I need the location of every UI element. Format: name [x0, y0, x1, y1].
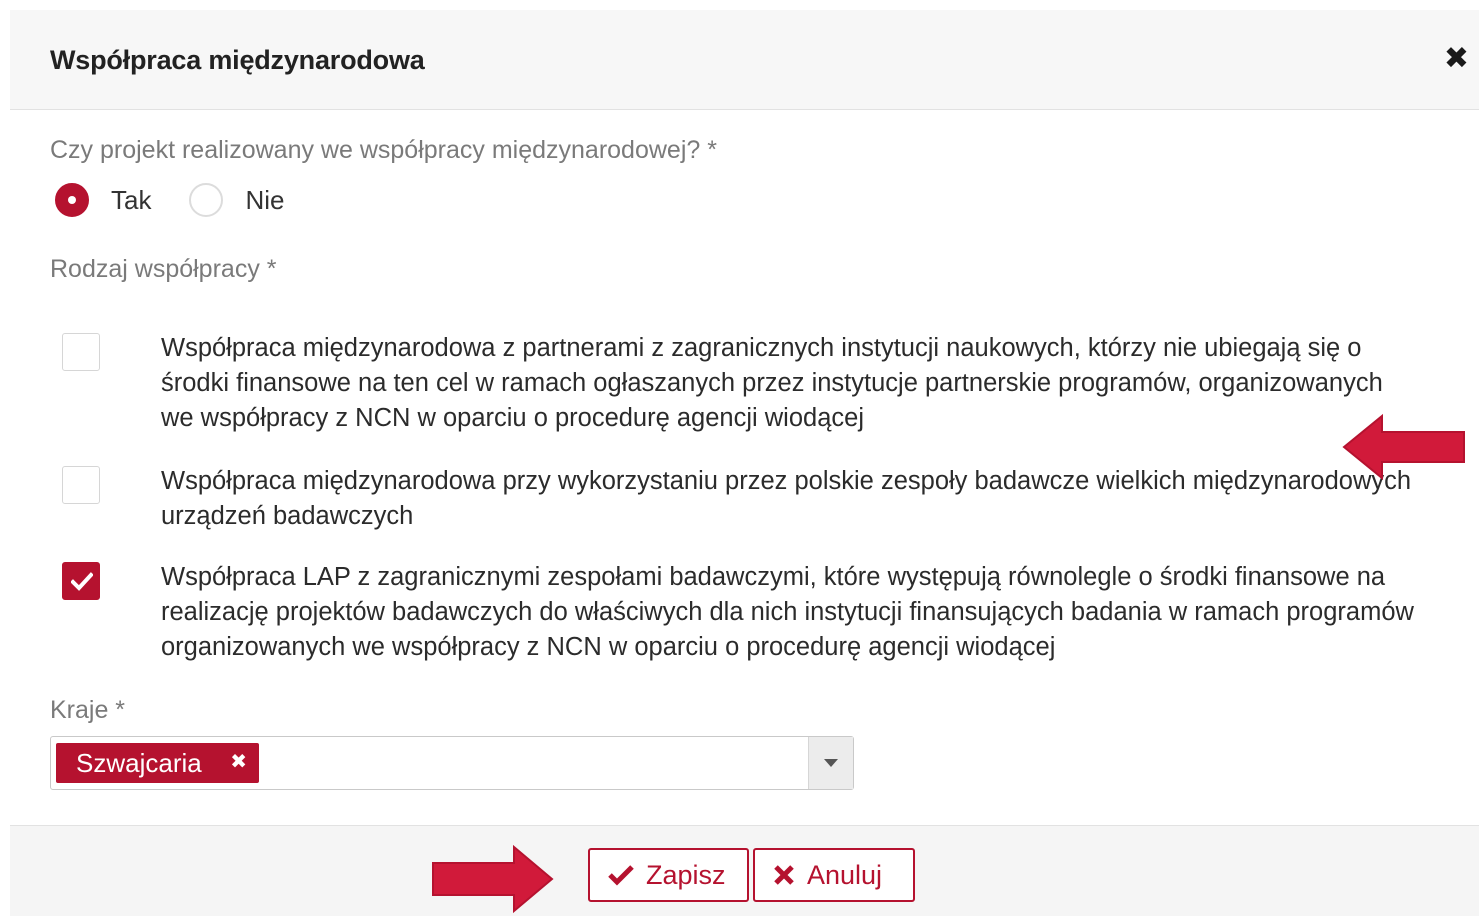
country-tag: Szwajcaria ✖ — [56, 743, 259, 783]
cooperation-radio-group: Tak Nie — [55, 180, 322, 220]
radio-tak-label[interactable]: Tak — [111, 185, 151, 216]
cooperation-type-label: Rodzaj współpracy * — [50, 255, 277, 283]
dropdown-toggle[interactable] — [808, 737, 853, 789]
radio-nie-label[interactable]: Nie — [245, 185, 284, 216]
check-icon — [71, 572, 93, 591]
option-1-text: Współpraca międzynarodowa z partnerami z… — [161, 334, 1383, 432]
modal-dialog: Współpraca międzynarodowa ✖ Czy projekt … — [0, 0, 1479, 916]
checkbox-option-2[interactable] — [62, 466, 100, 504]
remove-tag-icon[interactable]: ✖ — [230, 749, 247, 774]
option-2-text: Współpraca międzynarodowa przy wykorzyst… — [161, 467, 1412, 530]
option-3-text: Współpraca LAP z zagranicznymi zespołami… — [161, 563, 1414, 661]
modal-header: Współpraca międzynarodowa ✖ — [10, 10, 1479, 110]
check-icon — [608, 864, 634, 886]
save-button-label: Zapisz — [646, 859, 726, 890]
caret-down-icon — [824, 759, 838, 767]
country-tag-label: Szwajcaria — [76, 747, 202, 778]
countries-select[interactable]: Szwajcaria ✖ — [50, 736, 854, 790]
x-icon — [773, 864, 795, 886]
red-arrow-icon — [432, 844, 554, 914]
radio-nie[interactable] — [189, 183, 224, 217]
radio-tak[interactable] — [55, 183, 89, 217]
red-arrow-icon — [1342, 413, 1465, 481]
save-button[interactable]: Zapisz — [588, 848, 749, 902]
close-icon[interactable]: ✖ — [1444, 44, 1469, 74]
cancel-button-label: Anuluj — [807, 859, 883, 890]
checkbox-option-3[interactable] — [62, 562, 100, 600]
cancel-button[interactable]: Anuluj — [753, 848, 915, 902]
checkbox-option-1[interactable] — [62, 333, 100, 371]
cooperation-question-label: Czy projekt realizowany we współpracy mi… — [50, 136, 717, 164]
countries-label: Kraje * — [50, 696, 126, 724]
modal-title: Współpraca międzynarodowa — [50, 45, 425, 75]
